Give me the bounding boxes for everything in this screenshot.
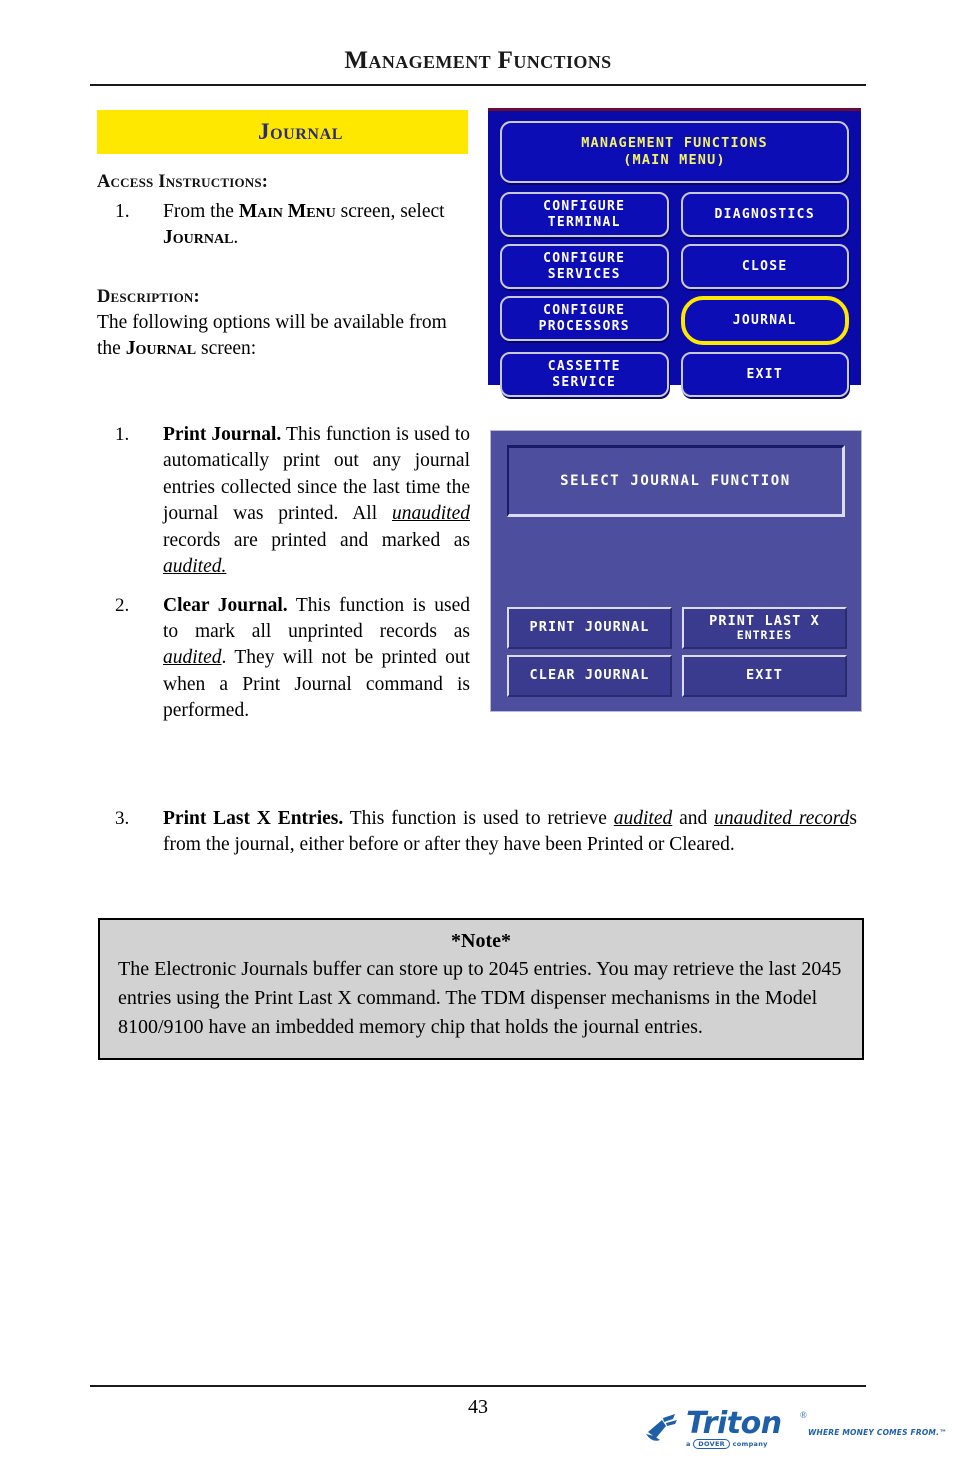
atm-screen-title-box: MANAGEMENT FUNCTIONS (MAIN MENU) [500,121,849,183]
atm-button-configure-services[interactable]: CONFIGURE SERVICES [500,244,669,289]
conch-shell-icon [646,1414,677,1441]
list-item-text-b: screen, select [335,201,445,222]
atm-button-label-line2: SERVICES [547,266,621,282]
left-text-column: Access Instructions: 1. From the Main Men… [97,172,470,363]
atm-button-configure-processors[interactable]: CONFIGURE PROCESSORS [500,296,669,341]
atm-screenshot-main-menu: MANAGEMENT FUNCTIONS (MAIN MENU) CONFIGU… [488,108,861,397]
registered-trademark-icon: ® [800,1410,807,1420]
list-item-emphasis-2: unaudited record [714,808,850,829]
atm-button-diagnostics[interactable]: DIAGNOSTICS [680,192,849,237]
journal-banner-label: Journal [257,119,344,144]
atm-screen2-header-label: SELECT JOURNAL FUNCTION [560,473,791,489]
dover-name: DOVER [693,1439,730,1449]
list-item-text-2: and [672,808,715,829]
atm-button-label-line1: EXIT [746,366,783,382]
list-item: 1. From the Main Menu screen, select Jour… [97,199,470,251]
list-item-smallcaps-a: Main Menu [238,201,336,222]
atm-screen2-button-grid: PRINT JOURNAL PRINT LAST X ENTRIES CLEAR… [507,607,847,697]
page-title: Management Functions [344,47,612,74]
atm-button-label-line1: PRINT LAST X [709,612,820,629]
note-title: *Note* [451,930,511,952]
atm-button-clear-journal[interactable]: CLEAR JOURNAL [507,655,672,697]
list-item-title: Print Last X Entries. [163,808,344,829]
atm-button-label-line1: EXIT [746,667,783,684]
list-item: 3. Print Last X Entries. This function is… [97,806,857,859]
list-item-text-1: This function is used to retrieve [343,808,614,829]
dover-prefix: a [686,1440,691,1448]
atm-screen2-header-box: SELECT JOURNAL FUNCTION [507,445,845,517]
atm-button-label-line1: PRINT JOURNAL [529,619,650,636]
atm-button-grid: CONFIGURE TERMINAL DIAGNOSTICS CONFIGURE… [500,192,849,397]
atm-button-print-journal[interactable]: PRINT JOURNAL [507,607,672,649]
atm-button-label-line1: CONFIGURE [543,302,626,318]
list-item-emphasis-1: unaudited [392,503,470,525]
access-instructions-list: 1. From the Main Menu screen, select Jour… [97,199,470,251]
description-intro-b: screen: [196,338,257,360]
list-item-emphasis-1: audited [163,647,222,669]
triton-logo: Triton ® WHERE MONEY COMES FROM.™ a DOVE… [640,1406,947,1454]
list-item-emphasis-2: audited. [163,556,227,578]
atm-title-line2: (MAIN MENU) [623,152,726,168]
atm-button-label-line2: TERMINAL [547,214,621,230]
atm-button-label-line2: SERVICE [552,374,617,390]
atm-button-configure-terminal[interactable]: CONFIGURE TERMINAL [500,192,669,237]
note-box: *Note* The Electronic Journals buffer ca… [98,918,864,1060]
page-header: Management Functions [90,47,866,74]
atm-button-label-line1: JOURNAL [732,312,797,328]
atm-button-cassette-service[interactable]: CASSETTE SERVICE [500,352,669,397]
atm-button-label-line2: ENTRIES [736,628,793,643]
header-divider [90,84,866,86]
atm-title-line1: MANAGEMENT FUNCTIONS [581,135,768,152]
list-item: 1. Print Journal. This function is used t… [97,422,470,581]
atm-button-label-line2: PROCESSORS [538,318,630,334]
atm-button-print-last-x-entries[interactable]: PRINT LAST X ENTRIES [682,607,847,649]
description-heading: Description: [97,287,200,308]
atm-button-exit[interactable]: EXIT [680,352,849,397]
atm-button-journal[interactable]: JOURNAL [680,296,849,345]
list-item-number: 3. [115,808,130,829]
triton-wordmark: Triton [686,1406,782,1441]
dover-suffix: company [732,1440,768,1448]
list-item-text-c: . [233,227,239,249]
journal-section-banner: Journal [97,110,468,154]
list-item: 2. Clear Journal. This function is used t… [97,593,470,725]
list-item-title: Clear Journal. [163,594,288,616]
atm-screenshot-journal-menu: SELECT JOURNAL FUNCTION PRINT JOURNAL PR… [490,430,862,712]
journal-options-list: 1. Print Journal. This function is used t… [97,422,470,737]
list-item-text-2: records are printed and marked as [163,529,470,551]
list-item-smallcaps-b: Journal [163,227,234,249]
triton-tagline: WHERE MONEY COMES FROM.™ [808,1428,947,1437]
atm-button-label-line1: DIAGNOSTICS [714,206,815,222]
list-item-number: 1. [115,201,130,222]
list-item-number: 1. [115,424,130,445]
atm-button-label-line1: CLOSE [741,258,788,274]
dover-company-mark: a DOVER company [686,1439,768,1449]
footer-divider [90,1385,866,1387]
atm-button-close[interactable]: CLOSE [680,244,849,289]
description-intro: The following options will be available … [97,310,470,362]
description-intro-smallcaps: Journal [125,338,197,360]
list-item-title: Print Journal. [163,424,282,445]
list-item-number: 2. [115,594,130,616]
atm-button-label-line1: CONFIGURE [543,198,626,214]
list-item-text-a: From the [163,201,239,222]
list-item-emphasis-1: audited [613,808,673,829]
atm-button-label-line1: CONFIGURE [543,250,626,266]
access-instructions-heading: Access Instructions: [97,172,269,192]
atm-button-label-line1: CLEAR JOURNAL [529,667,650,684]
atm-button-label-line1: CASSETTE [547,358,621,374]
atm-button-exit[interactable]: EXIT [682,655,847,697]
note-body: The Electronic Journals buffer can store… [118,958,842,1038]
